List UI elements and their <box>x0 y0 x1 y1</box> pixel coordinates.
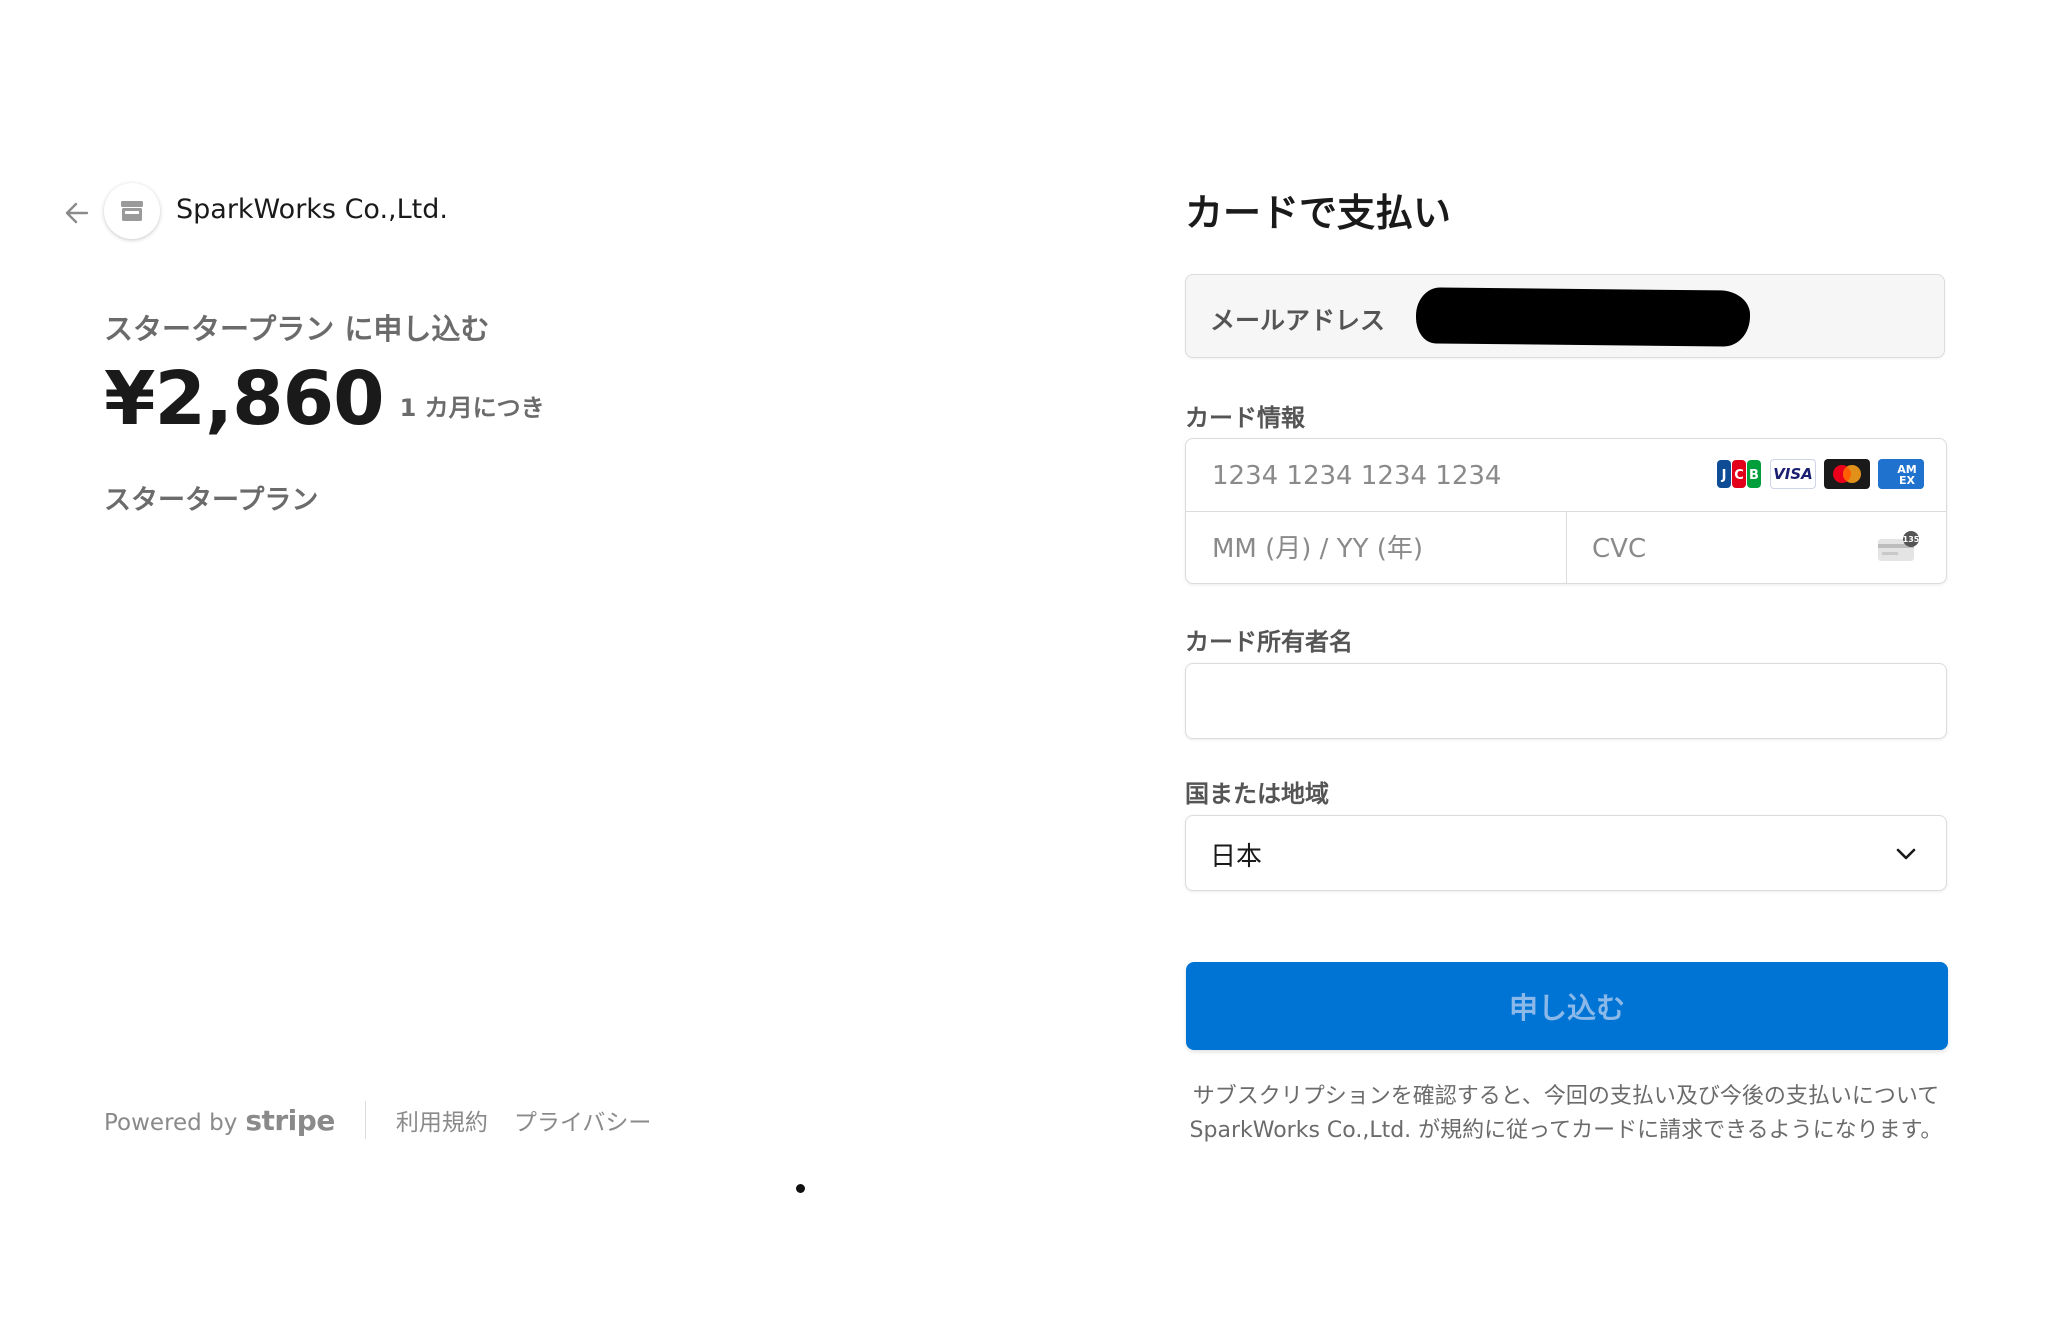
plan-heading: スタータープラン に申し込む <box>104 312 490 346</box>
plan-item-name: スタータープラン <box>104 485 319 516</box>
cvc-input[interactable] <box>1590 530 1854 568</box>
cardholder-field <box>1185 663 1947 739</box>
powered-by-text: Powered by <box>104 1109 238 1136</box>
cardholder-input[interactable] <box>1210 682 1914 722</box>
payment-title: カードで支払い <box>1185 191 1452 235</box>
visa-icon: VISA <box>1770 459 1816 489</box>
stray-dot <box>796 1184 805 1193</box>
price-amount: ¥2,860 <box>104 356 385 442</box>
chevron-down-icon <box>1896 848 1916 860</box>
jcb-icon: J C B <box>1716 459 1762 489</box>
powered-by-stripe[interactable]: Powered by stripe <box>104 1104 335 1137</box>
amex-icon: AM EX <box>1878 459 1924 489</box>
svg-text:B: B <box>1749 468 1759 483</box>
payment-pane: カードで支払い メールアドレス カード情報 J C B VISA <box>1025 0 2048 1324</box>
terms-link[interactable]: 利用規約 <box>396 1103 488 1137</box>
stripe-logo: stripe <box>245 1103 335 1137</box>
privacy-link[interactable]: プライバシー <box>514 1103 652 1137</box>
subscribe-button[interactable]: 申し込む <box>1186 962 1948 1050</box>
cvc-card-icon: 135 <box>1876 531 1922 563</box>
country-label: 国または地域 <box>1185 780 1329 808</box>
card-brand-icons: J C B VISA AM EX <box>1716 459 1924 489</box>
footer: Powered by stripe 利用規約 プライバシー <box>104 1100 677 1140</box>
back-arrow-icon[interactable] <box>60 196 94 230</box>
email-field[interactable]: メールアドレス <box>1185 274 1945 358</box>
mastercard-icon <box>1824 459 1870 489</box>
cardholder-label: カード所有者名 <box>1185 628 1353 656</box>
order-summary-pane: SparkWorks Co.,Ltd. スタータープラン に申し込む ¥2,86… <box>0 0 1025 1324</box>
card-number-row: J C B VISA AM <box>1186 439 1946 512</box>
country-selected-value: 日本 <box>1210 842 1263 872</box>
svg-text:J: J <box>1721 468 1727 483</box>
price-row: ¥2,860 1 カ月につき <box>104 356 545 442</box>
subscription-terms-text: サブスクリプションを確認すると、今回の支払い及び今後の支払いについて Spark… <box>1189 1084 1943 1143</box>
price-period: 1 カ月につき <box>399 394 545 422</box>
merchant-name: SparkWorks Co.,Ltd. <box>176 194 448 225</box>
card-number-input[interactable] <box>1210 457 1654 495</box>
cvc-icon-digits: 135 <box>1903 535 1920 544</box>
svg-text:C: C <box>1734 468 1744 483</box>
email-redaction-mark <box>1415 287 1751 347</box>
email-label: メールアドレス <box>1210 306 1386 335</box>
expiry-input[interactable] <box>1210 530 1544 568</box>
card-info-label: カード情報 <box>1185 404 1305 432</box>
expiry-cvc-divider <box>1566 511 1567 583</box>
card-info-group: J C B VISA AM <box>1185 438 1947 584</box>
store-icon <box>104 183 160 239</box>
country-select[interactable]: 日本 <box>1185 815 1947 891</box>
footer-divider <box>364 1101 366 1139</box>
card-expiry-cvc-row: 135 <box>1186 511 1946 583</box>
svg-text:EX: EX <box>1899 474 1916 487</box>
